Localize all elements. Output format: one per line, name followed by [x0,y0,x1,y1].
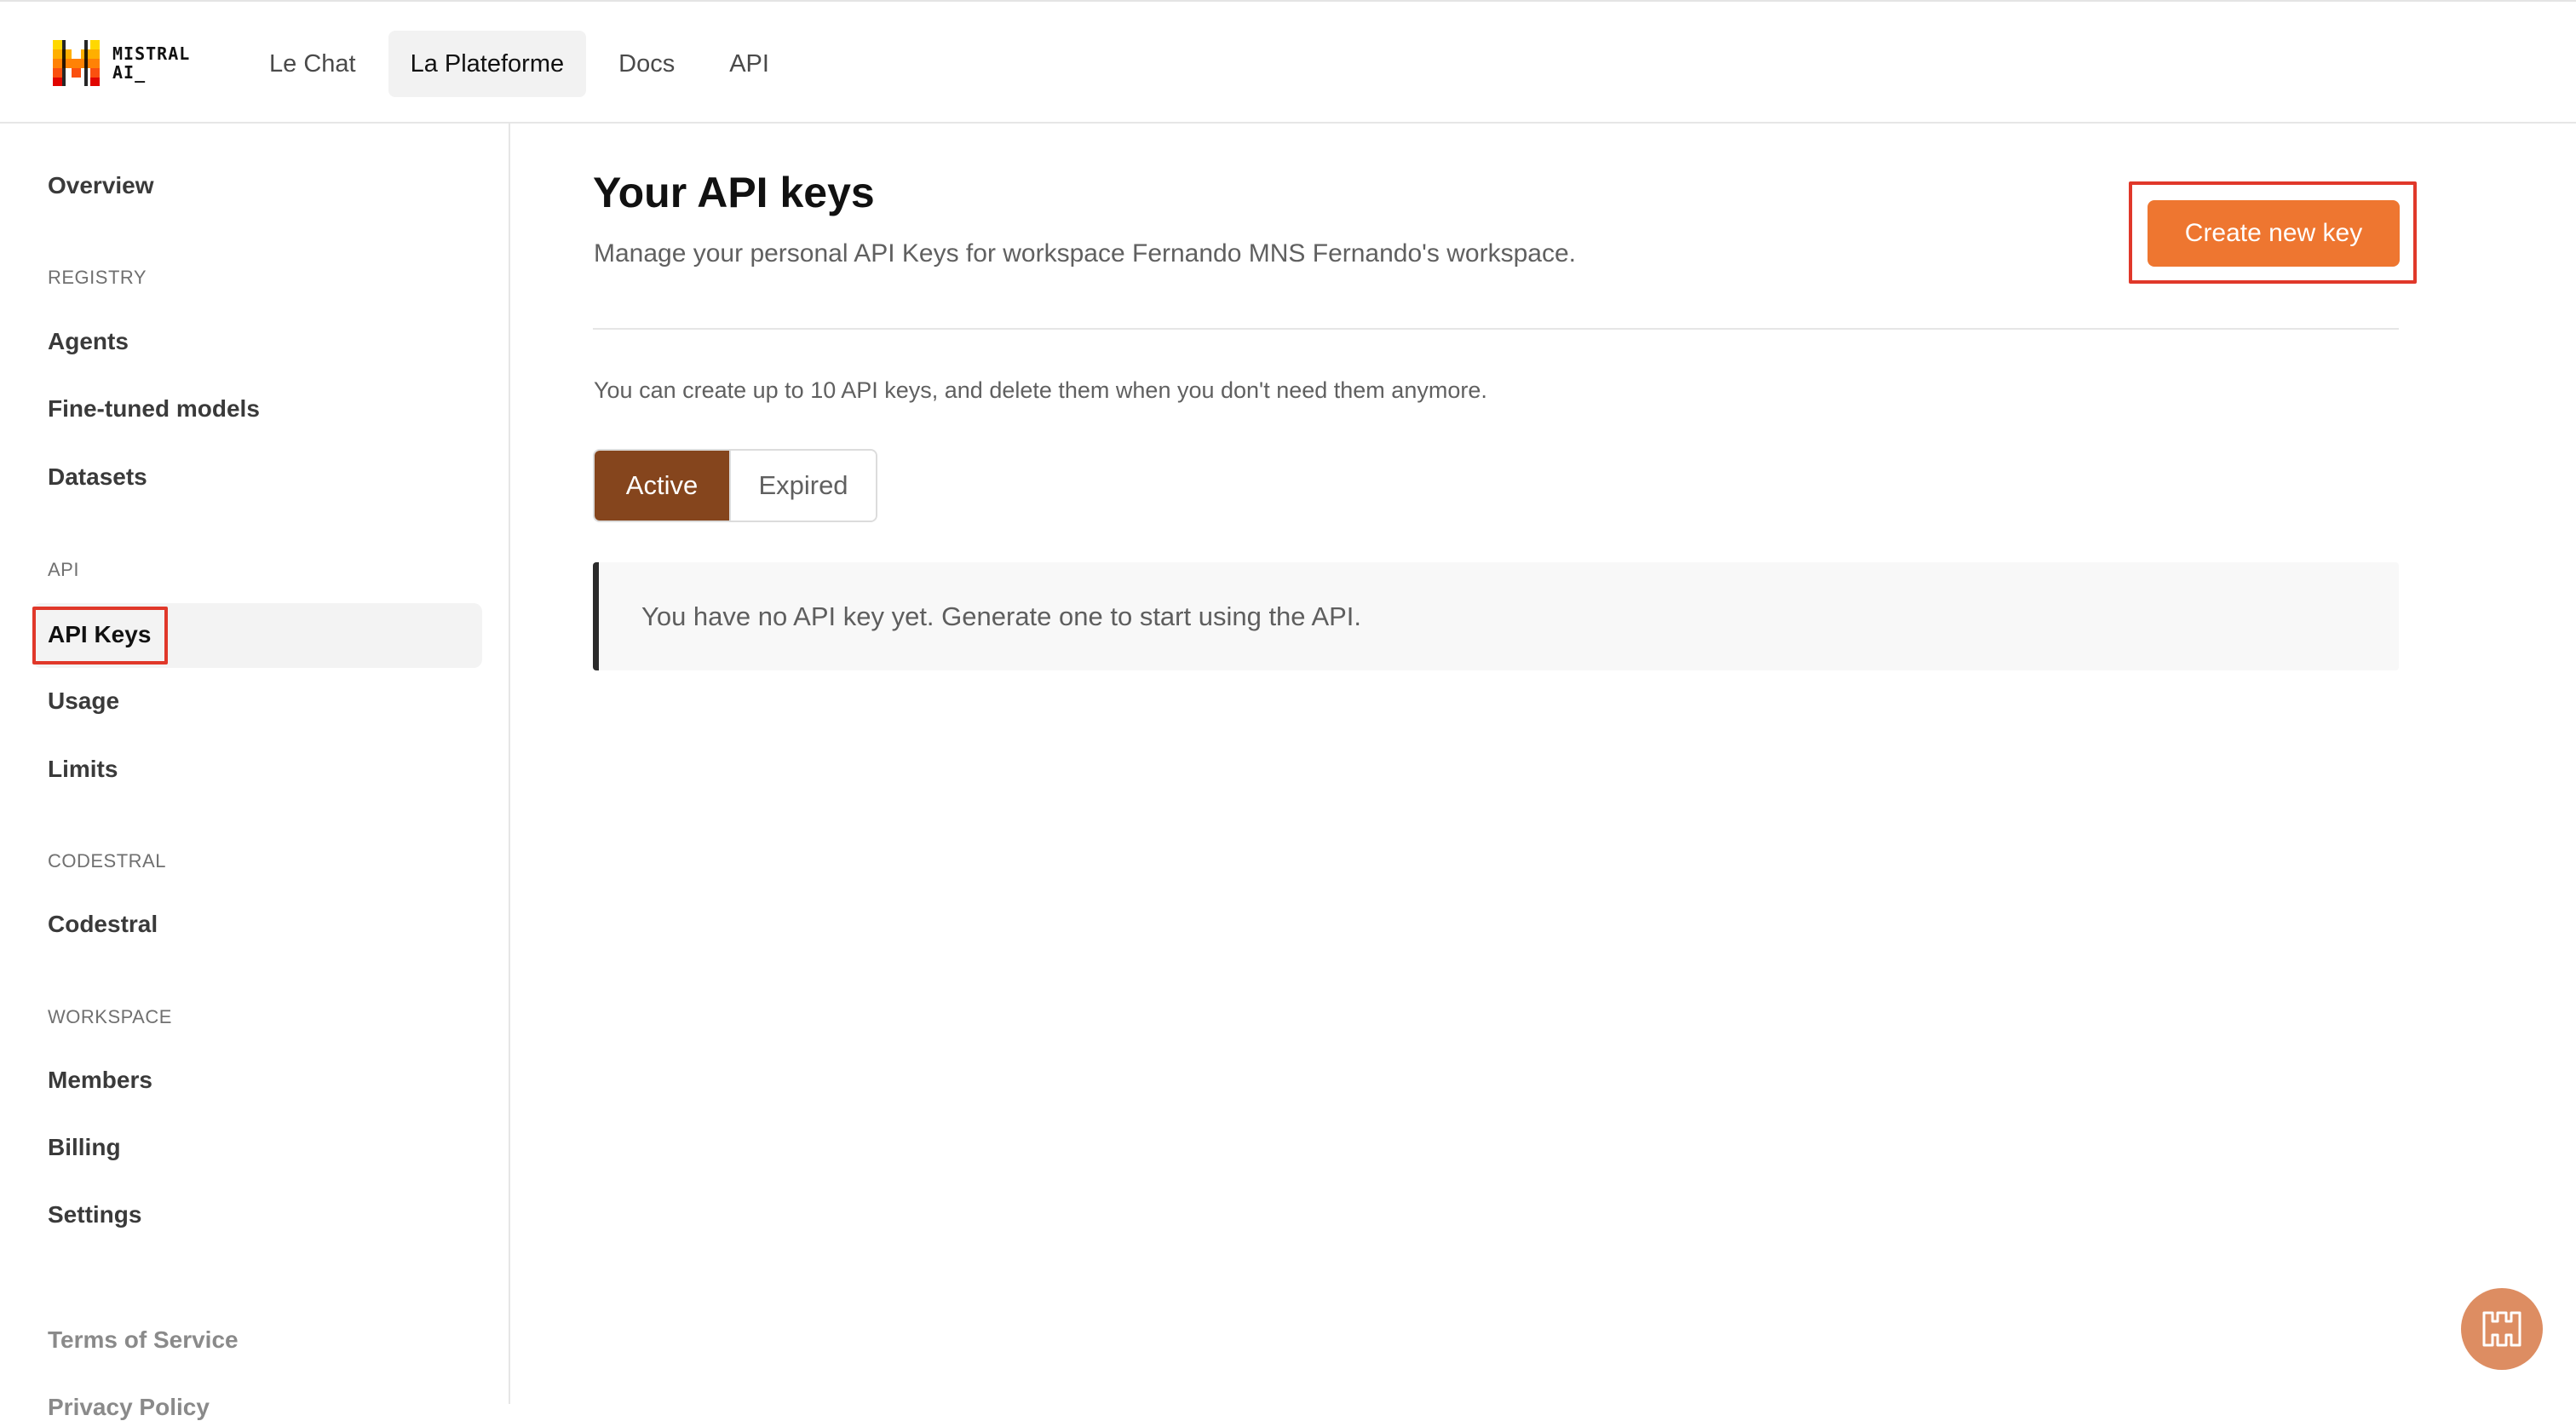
sidebar-item-overview[interactable]: Overview [48,172,154,199]
sidebar-item-datasets[interactable]: Datasets [48,463,147,491]
sidebar-item-settings[interactable]: Settings [48,1201,141,1228]
sidebar-item-codestral[interactable]: Codestral [48,911,158,938]
mistral-logo-icon [53,40,100,86]
logo-wordmark: MISTRAL AI_ [112,44,190,82]
footer-terms-link[interactable]: Terms of Service [48,1326,239,1354]
nav-docs[interactable]: Docs [596,31,697,97]
sidebar-section-api: API [48,559,79,580]
key-status-tabs: Active Expired [593,449,877,522]
create-new-key-button[interactable]: Create new key [2148,200,2400,267]
tab-expired[interactable]: Expired [729,451,876,521]
main-content: Your API keys Manage your personal API K… [512,125,2576,1404]
logo-line-2: AI_ [112,62,147,83]
help-chat-button[interactable] [2461,1288,2543,1370]
sidebar-section-registry: REGISTRY [48,267,147,288]
footer-privacy-link[interactable]: Privacy Policy [48,1394,210,1421]
page-title: Your API keys [593,169,875,216]
sidebar-item-billing[interactable]: Billing [48,1134,121,1161]
tab-active[interactable]: Active [595,451,729,521]
annotation-highlight-create-key: Create new key [2129,181,2417,284]
sidebar-section-codestral: CODESTRAL [48,850,166,872]
sidebar-item-members[interactable]: Members [48,1067,152,1094]
divider [593,328,2399,330]
logo-line-1: MISTRAL [112,43,191,64]
empty-state-callout: You have no API key yet. Generate one to… [593,562,2399,670]
sidebar: Overview REGISTRY Agents Fine-tuned mode… [0,124,510,1420]
sidebar-item-usage[interactable]: Usage [48,687,119,715]
sidebar-section-workspace: WORKSPACE [48,1006,172,1027]
nav-la-plateforme[interactable]: La Plateforme [388,31,587,97]
nav-api[interactable]: API [707,31,791,97]
sidebar-item-limits[interactable]: Limits [48,756,118,783]
top-navbar: MISTRAL AI_ Le Chat La Plateforme Docs A… [0,0,2576,124]
mistral-logo[interactable]: MISTRAL AI_ [53,39,190,87]
page-subtitle: Manage your personal API Keys for worksp… [594,239,1576,268]
mistral-help-icon [2482,1311,2521,1347]
sidebar-item-fine-tuned-models[interactable]: Fine-tuned models [48,395,260,423]
top-nav: Le Chat La Plateforme Docs API [247,31,802,97]
sidebar-item-agents[interactable]: Agents [48,328,129,355]
empty-state-message: You have no API key yet. Generate one to… [641,601,1362,631]
nav-le-chat[interactable]: Le Chat [247,31,378,97]
sidebar-item-api-keys[interactable]: API Keys [48,621,151,648]
api-key-limit-info: You can create up to 10 API keys, and de… [594,377,1487,403]
